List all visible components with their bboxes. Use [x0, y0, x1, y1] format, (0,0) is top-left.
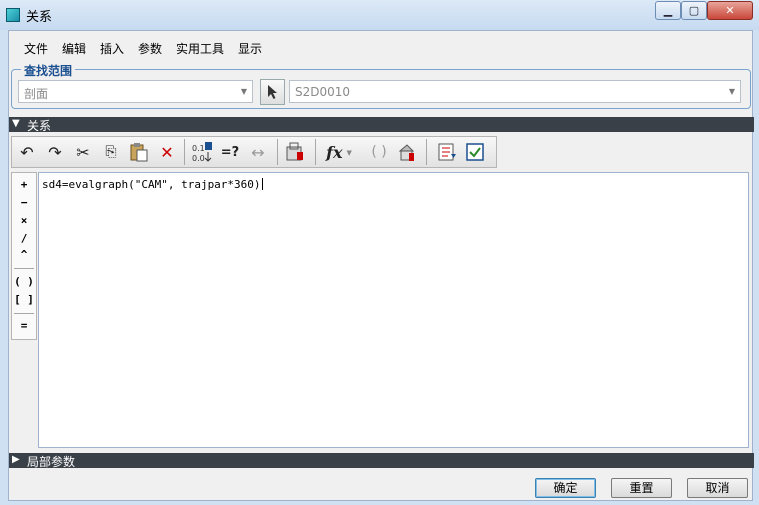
- cancel-button[interactable]: 取消: [687, 478, 748, 498]
- menu-display[interactable]: 显示: [238, 40, 262, 57]
- svg-text:0.1: 0.1: [192, 144, 205, 153]
- window-title: 关系: [26, 10, 53, 25]
- operator-minus-button[interactable]: −: [12, 196, 36, 213]
- verify-button[interactable]: [283, 140, 307, 164]
- close-button[interactable]: ✕: [707, 1, 753, 20]
- menu-file[interactable]: 文件: [24, 40, 48, 57]
- operator-palette: + − × / ^ ( ) [ ] =: [11, 172, 37, 340]
- text-cursor: [261, 178, 263, 190]
- relations-editor[interactable]: sd4=evalgraph("CAM", trajpar*360): [38, 172, 749, 448]
- svg-text:0.0: 0.0: [192, 154, 205, 163]
- chevron-down-icon: ▼: [346, 147, 352, 157]
- minimize-button[interactable]: ▁: [655, 1, 681, 20]
- collapse-triangle-icon: ▼: [12, 118, 20, 129]
- paste-button[interactable]: [127, 140, 151, 164]
- delete-button[interactable]: ✕: [155, 140, 179, 164]
- local-params-label: 局部参数: [27, 455, 76, 469]
- operator-separator: [14, 313, 34, 314]
- menu-parameters[interactable]: 参数: [138, 40, 162, 57]
- toolbar-separator: [277, 139, 278, 165]
- verify-relations-button[interactable]: [463, 140, 487, 164]
- relation-text: sd4=evalgraph("CAM", trajpar*360): [42, 178, 261, 191]
- insert-parameter-button[interactable]: [395, 140, 419, 164]
- operator-divide-button[interactable]: /: [12, 232, 36, 249]
- copy-icon: ⎘: [105, 144, 117, 160]
- ok-button[interactable]: 确定: [535, 478, 596, 498]
- undo-icon: ↶: [20, 142, 34, 162]
- menu-bar: 文件 编辑 插入 参数 实用工具 显示: [9, 31, 752, 61]
- units-icon: [438, 143, 456, 161]
- dimension-icon: ↔: [251, 142, 265, 162]
- toolbar-separator: [315, 139, 316, 165]
- menu-utilities[interactable]: 实用工具: [176, 40, 224, 57]
- units-button[interactable]: [435, 140, 459, 164]
- toolbar-separator: [184, 139, 185, 165]
- operator-power-button[interactable]: ^: [12, 248, 36, 265]
- dialog-body: 文件 编辑 插入 参数 实用工具 显示 查找范围 剖面 ▼ S2D0010 ▼ …: [8, 30, 754, 501]
- operator-separator: [14, 268, 34, 269]
- search-scope-title: 查找范围: [21, 62, 76, 79]
- cursor-arrow-icon: [267, 85, 277, 99]
- menu-edit[interactable]: 编辑: [62, 40, 86, 57]
- select-item-button[interactable]: [260, 79, 285, 105]
- operator-multiply-button[interactable]: ×: [12, 214, 36, 231]
- function-icon: fx: [326, 142, 343, 162]
- app-icon: [6, 8, 20, 22]
- copy-button[interactable]: ⎘: [99, 140, 123, 164]
- title-bar: 关系 ▁ ▢ ✕: [0, 0, 759, 30]
- scope-type-value: 剖面: [24, 87, 49, 101]
- brackets-button[interactable]: ( ): [367, 140, 391, 164]
- operator-plus-button[interactable]: +: [12, 178, 36, 195]
- relations-toolbar: ↶ ↷ ✂ ⎘ ✕ 0.1 0.0 =? ↔ fx ▼ (): [11, 136, 497, 168]
- dimension-toggle-button[interactable]: ↔: [246, 140, 270, 164]
- insert-function-button[interactable]: fx ▼: [322, 140, 356, 164]
- check-icon: [466, 143, 484, 161]
- sort-button[interactable]: 0.1 0.0: [190, 140, 214, 164]
- relations-section-label: 关系: [27, 119, 52, 133]
- chevron-down-icon: ▼: [240, 87, 247, 96]
- operator-parentheses-button[interactable]: ( ): [12, 275, 36, 292]
- brackets-icon: ( ): [371, 144, 387, 160]
- chevron-down-icon: ▼: [728, 87, 735, 96]
- scope-item-dropdown[interactable]: S2D0010 ▼: [289, 80, 741, 103]
- local-params-section-header[interactable]: ▶ 局部参数: [9, 453, 754, 469]
- reset-button[interactable]: 重置: [611, 478, 672, 498]
- scope-item-value: S2D0010: [295, 85, 351, 99]
- maximize-button[interactable]: ▢: [681, 1, 707, 20]
- paste-icon: [130, 143, 148, 162]
- evaluate-icon: =?: [220, 144, 240, 160]
- cut-button[interactable]: ✂: [71, 140, 95, 164]
- toolbar-separator: [426, 139, 427, 165]
- redo-icon: ↷: [48, 142, 62, 162]
- parameter-icon: [398, 144, 415, 161]
- verify-icon: [286, 142, 303, 161]
- evaluate-button[interactable]: =?: [218, 140, 242, 164]
- redo-button[interactable]: ↷: [43, 140, 67, 164]
- undo-button[interactable]: ↶: [15, 140, 39, 164]
- cut-icon: ✂: [76, 142, 90, 162]
- expand-triangle-icon: ▶: [12, 454, 20, 465]
- sort-icon: 0.1 0.0: [192, 142, 212, 163]
- operator-equals-button[interactable]: =: [12, 319, 36, 336]
- scope-type-dropdown[interactable]: 剖面 ▼: [18, 80, 253, 103]
- relations-section-header[interactable]: ▼ 关系: [9, 117, 754, 133]
- menu-insert[interactable]: 插入: [100, 40, 124, 57]
- operator-brackets-button[interactable]: [ ]: [12, 293, 36, 310]
- delete-icon: ✕: [160, 142, 174, 162]
